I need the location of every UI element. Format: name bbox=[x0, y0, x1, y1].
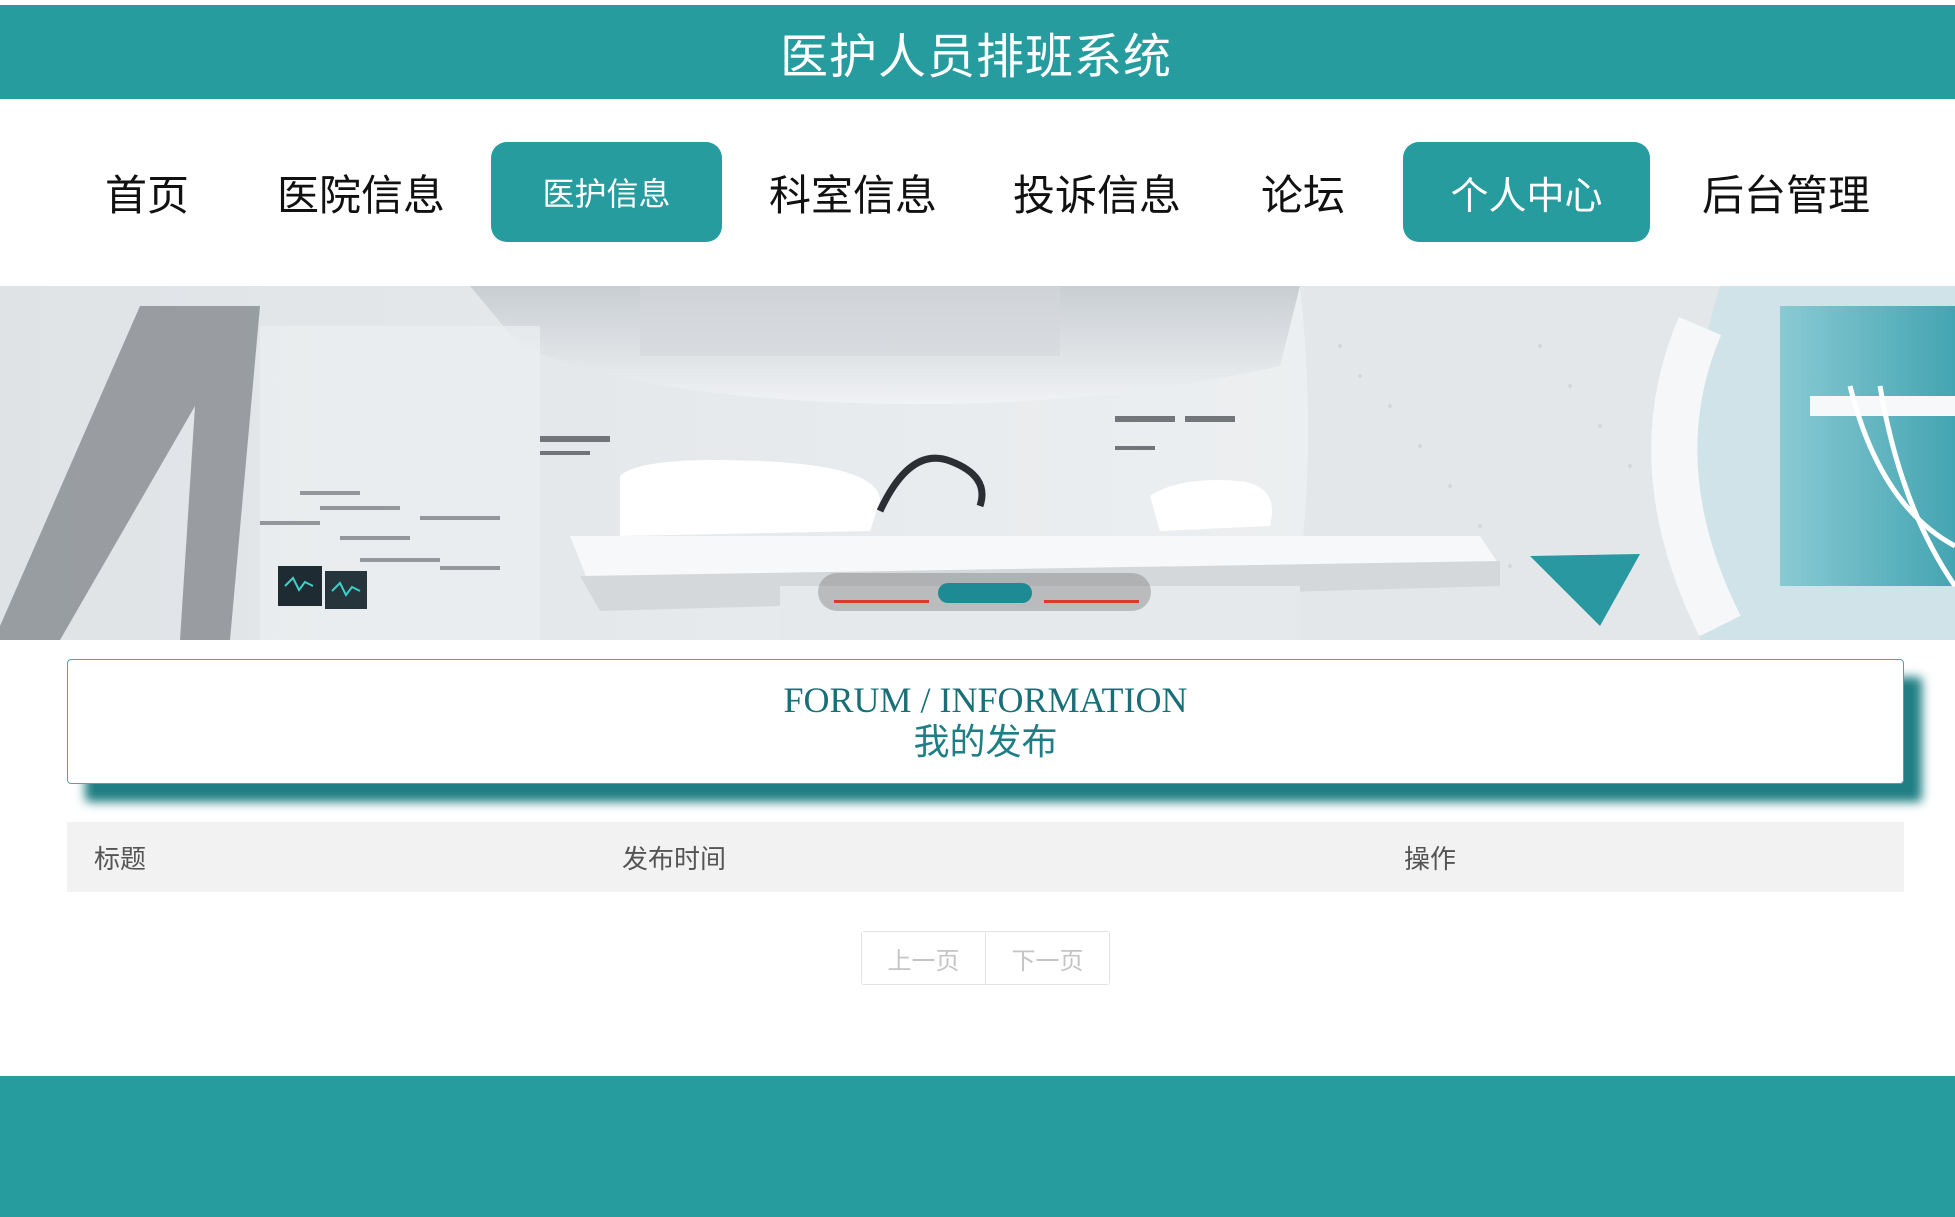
footer-bar bbox=[0, 1076, 1955, 1217]
nav-item-medical-staff-info[interactable]: 医护信息 bbox=[491, 142, 722, 242]
nav-item-personal-center[interactable]: 个人中心 bbox=[1403, 142, 1650, 242]
section-title-cn: 我的发布 bbox=[913, 722, 1058, 763]
nav-item-department-info[interactable]: 科室信息 bbox=[769, 142, 937, 242]
carousel-dot-1[interactable] bbox=[834, 600, 929, 603]
next-page-button[interactable]: 下一页 bbox=[985, 932, 1109, 984]
main-nav: 首页 医院信息 医护信息 科室信息 投诉信息 论坛 个人中心 后台管理 bbox=[0, 99, 1955, 286]
pagination: 上一页 下一页 bbox=[861, 931, 1110, 985]
nav-item-hospital-info[interactable]: 医院信息 bbox=[277, 142, 445, 242]
carousel-indicator bbox=[818, 573, 1151, 611]
top-header-bar: 医护人员排班系统 bbox=[0, 5, 1955, 99]
nav-item-forum[interactable]: 论坛 bbox=[1261, 142, 1345, 242]
section-title-en: FORUM / INFORMATION bbox=[783, 680, 1188, 720]
prev-page-button[interactable]: 上一页 bbox=[862, 932, 985, 984]
site-title: 医护人员排班系统 bbox=[779, 29, 1172, 85]
column-header-actions: 操作 bbox=[1404, 844, 1457, 875]
carousel-dot-2-active[interactable] bbox=[938, 583, 1032, 603]
nav-item-admin[interactable]: 后台管理 bbox=[1702, 142, 1870, 242]
column-header-title: 标题 bbox=[94, 844, 147, 875]
carousel-dot-3[interactable] bbox=[1044, 600, 1139, 603]
table-header: 标题 发布时间 操作 bbox=[67, 822, 1904, 892]
column-header-publish-time: 发布时间 bbox=[622, 844, 727, 875]
section-title-box: FORUM / INFORMATION 我的发布 bbox=[67, 659, 1904, 784]
nav-item-complaint-info[interactable]: 投诉信息 bbox=[1013, 142, 1181, 242]
nav-item-home[interactable]: 首页 bbox=[105, 142, 189, 242]
